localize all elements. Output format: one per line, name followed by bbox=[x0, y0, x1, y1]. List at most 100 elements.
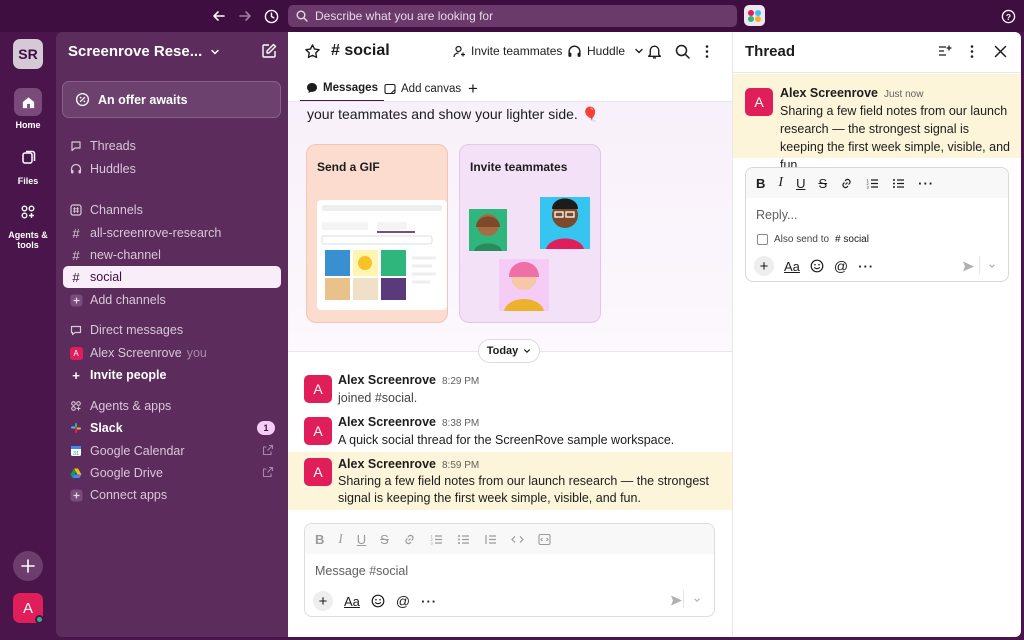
invite-people-button[interactable]: + Invite people bbox=[63, 364, 281, 386]
add-workspace-button[interactable] bbox=[13, 551, 43, 581]
channels-section-header[interactable]: Channels bbox=[63, 199, 281, 221]
app-item-google-drive[interactable]: Google Drive bbox=[63, 462, 281, 484]
sidebar-item-social[interactable]: # social bbox=[63, 266, 281, 288]
rail-files[interactable]: Files bbox=[0, 144, 56, 186]
message-author[interactable]: Alex Screenrove bbox=[780, 86, 878, 100]
underline-icon[interactable]: U bbox=[796, 176, 805, 191]
tab-messages[interactable]: Messages bbox=[300, 76, 384, 102]
forward-arrow-icon[interactable] bbox=[235, 6, 255, 26]
chevron-down-icon[interactable] bbox=[693, 596, 701, 604]
workspace-switcher[interactable]: SR bbox=[13, 39, 43, 69]
send-icon[interactable] bbox=[670, 594, 683, 607]
message-avatar[interactable]: A bbox=[304, 458, 332, 486]
mention-icon[interactable]: @ bbox=[396, 593, 410, 609]
bell-icon[interactable] bbox=[646, 43, 663, 60]
rail-home[interactable]: Home bbox=[0, 88, 56, 130]
message-row[interactable]: A Alex Screenrove 8:38 PM A quick social… bbox=[288, 412, 732, 452]
invite-teammates-button[interactable]: Invite teammates bbox=[453, 44, 562, 58]
message-time[interactable]: 8:29 PM bbox=[442, 376, 479, 387]
more-vertical-icon[interactable] bbox=[969, 44, 975, 59]
message-avatar[interactable]: A bbox=[304, 375, 332, 403]
external-link-icon[interactable] bbox=[262, 466, 274, 478]
bold-icon[interactable]: B bbox=[315, 532, 324, 547]
send-gif-card[interactable]: Send a GIF bbox=[306, 144, 448, 323]
also-send-checkbox[interactable] bbox=[757, 234, 768, 245]
search-bar[interactable]: Describe what you are looking for bbox=[288, 5, 737, 27]
thread-parent-message[interactable]: A Alex Screenrove Just now Sharing a few… bbox=[733, 74, 1021, 172]
emoji-icon[interactable] bbox=[371, 594, 385, 608]
formatting-icon[interactable]: Aa bbox=[784, 259, 800, 274]
more-vertical-icon[interactable] bbox=[704, 44, 710, 59]
dm-section-header[interactable]: Direct messages bbox=[63, 319, 281, 341]
message-author[interactable]: Alex Screenrove bbox=[338, 415, 436, 429]
underline-icon[interactable]: U bbox=[357, 532, 366, 547]
more-horizontal-icon[interactable]: ··· bbox=[858, 259, 874, 274]
app-item-slack[interactable]: Slack 1 bbox=[63, 417, 281, 439]
link-icon[interactable] bbox=[840, 177, 853, 190]
ordered-list-icon[interactable]: 123 bbox=[430, 533, 443, 546]
reply-input[interactable]: Reply... bbox=[756, 208, 797, 222]
more-horizontal-icon[interactable]: ··· bbox=[918, 176, 934, 191]
message-row[interactable]: A Alex Screenrove 8:29 PM joined #social… bbox=[288, 370, 732, 410]
add-channels-button[interactable]: Add channels bbox=[63, 289, 281, 311]
bullet-list-icon[interactable] bbox=[892, 177, 905, 190]
star-icon[interactable] bbox=[304, 43, 321, 60]
blockquote-icon[interactable] bbox=[484, 533, 497, 546]
message-time[interactable]: 8:38 PM bbox=[442, 418, 479, 429]
invite-teammates-card[interactable]: Invite teammates bbox=[459, 144, 601, 323]
rail-agents[interactable]: Agents & tools bbox=[0, 198, 56, 250]
mention-icon[interactable]: @ bbox=[834, 258, 848, 274]
connect-apps-button[interactable]: Connect apps bbox=[63, 484, 281, 506]
italic-icon[interactable]: I bbox=[778, 175, 783, 191]
dm-item-alex[interactable]: A Alex Screenrove you bbox=[63, 342, 281, 364]
help-icon[interactable]: ? bbox=[998, 6, 1018, 26]
search-icon[interactable] bbox=[675, 44, 690, 59]
thread-options-icon[interactable] bbox=[938, 44, 952, 58]
sidebar-item-all-screenrove-research[interactable]: # all-screenrove-research bbox=[63, 222, 281, 244]
back-arrow-icon[interactable] bbox=[209, 6, 229, 26]
italic-icon[interactable]: I bbox=[338, 531, 342, 547]
external-link-icon[interactable] bbox=[262, 444, 274, 456]
formatting-icon[interactable]: Aa bbox=[344, 594, 360, 609]
add-tab-button[interactable]: + bbox=[468, 80, 478, 97]
message-author[interactable]: Alex Screenrove bbox=[338, 373, 436, 387]
code-block-icon[interactable] bbox=[538, 533, 551, 546]
message-avatar[interactable]: A bbox=[745, 88, 773, 116]
sidebar-item-threads[interactable]: Threads bbox=[63, 135, 281, 157]
bullet-list-icon[interactable] bbox=[457, 533, 470, 546]
strikethrough-icon[interactable]: S bbox=[818, 176, 827, 191]
strikethrough-icon[interactable]: S bbox=[380, 532, 389, 547]
code-icon[interactable] bbox=[510, 533, 524, 546]
date-divider[interactable]: Today bbox=[478, 339, 540, 363]
hash-icon: # bbox=[72, 247, 80, 263]
compose-icon[interactable] bbox=[261, 43, 277, 59]
close-icon[interactable] bbox=[994, 45, 1007, 58]
ordered-list-icon[interactable]: 123 bbox=[866, 177, 879, 190]
message-row-highlighted[interactable]: A Alex Screenrove 8:59 PM Sharing a few … bbox=[288, 452, 732, 510]
sidebar-item-huddles[interactable]: Huddles bbox=[63, 158, 281, 180]
bold-icon[interactable]: B bbox=[756, 176, 765, 191]
huddle-button[interactable]: Huddle bbox=[567, 44, 644, 58]
chevron-down-icon[interactable] bbox=[988, 262, 996, 270]
emoji-icon[interactable] bbox=[810, 259, 824, 273]
workspace-menu[interactable]: Screenrove Rese... bbox=[68, 43, 220, 60]
link-icon[interactable] bbox=[403, 533, 416, 546]
message-time[interactable]: 8:59 PM bbox=[442, 460, 479, 471]
app-item-google-calendar[interactable]: 31 Google Calendar bbox=[63, 440, 281, 462]
message-author[interactable]: Alex Screenrove bbox=[338, 457, 436, 471]
more-horizontal-icon[interactable]: ··· bbox=[421, 594, 437, 609]
plus-icon[interactable]: + bbox=[313, 591, 333, 611]
offer-banner[interactable]: An offer awaits bbox=[62, 81, 281, 118]
channel-title[interactable]: # social bbox=[331, 42, 390, 60]
composer-input[interactable]: Message #social bbox=[315, 564, 408, 578]
plus-icon[interactable]: + bbox=[754, 256, 774, 276]
message-avatar[interactable]: A bbox=[304, 417, 332, 445]
send-icon[interactable] bbox=[962, 260, 975, 273]
thread-panel: Thread A Alex Screenrove Just now Sharin… bbox=[732, 32, 1021, 637]
sidebar-item-new-channel[interactable]: # new-channel bbox=[63, 244, 281, 266]
app-avatar-icon[interactable] bbox=[744, 5, 765, 26]
tab-add-canvas[interactable]: Add canvas bbox=[384, 76, 461, 102]
apps-section-header[interactable]: Agents & apps bbox=[63, 395, 281, 417]
message-time[interactable]: Just now bbox=[884, 89, 923, 100]
history-clock-icon[interactable] bbox=[261, 6, 281, 26]
